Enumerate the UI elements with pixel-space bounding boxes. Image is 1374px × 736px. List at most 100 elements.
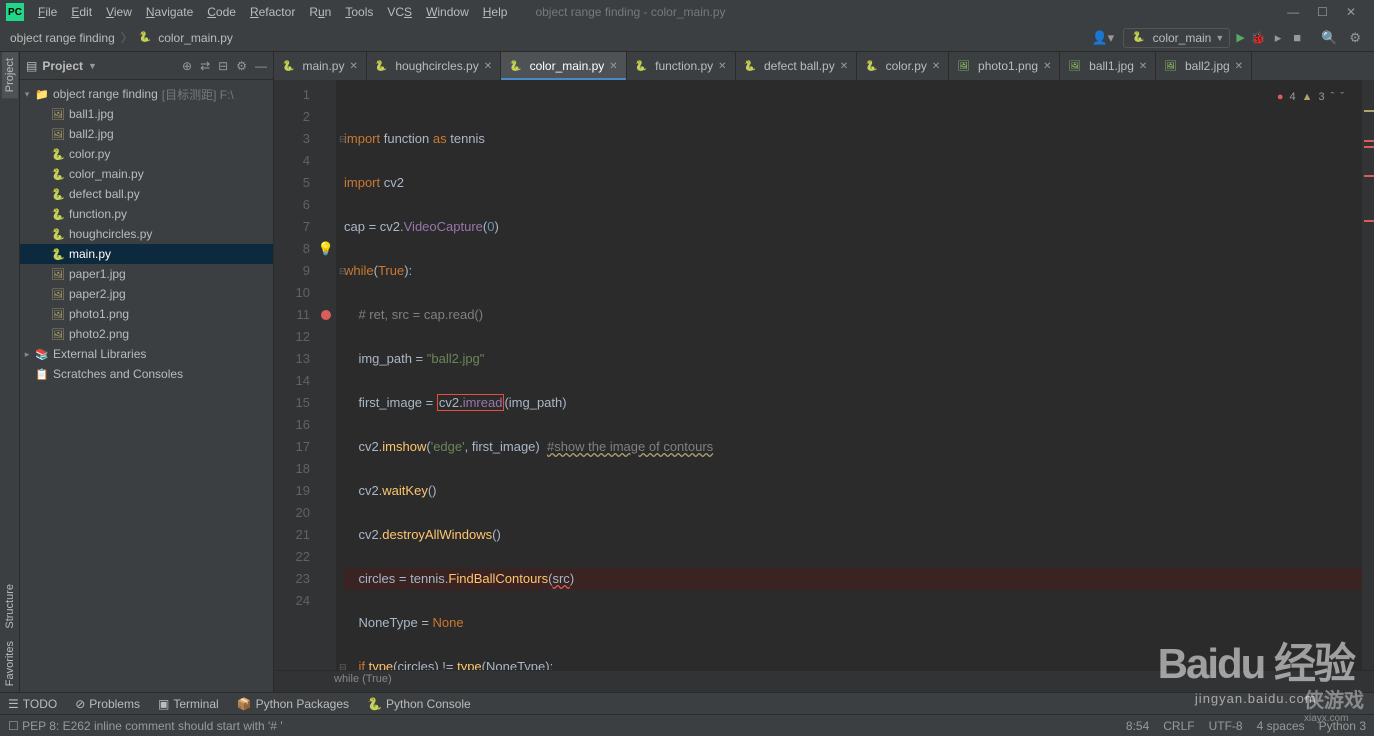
window-title: object range finding - color_main.py [535, 5, 725, 19]
menu-navigate[interactable]: Navigate [140, 3, 199, 21]
file-icon: 🐍 [50, 188, 66, 201]
breadcrumb-root[interactable]: object range finding [10, 31, 115, 45]
tree-file[interactable]: 🐍color.py [20, 144, 273, 164]
debug-button[interactable]: 🐞 [1251, 31, 1266, 45]
close-icon[interactable]: ✕ [349, 61, 357, 72]
menu-vcs[interactable]: VCS [381, 3, 418, 21]
status-indent[interactable]: 4 spaces [1257, 719, 1305, 733]
editor-breadcrumb[interactable]: while (True) [274, 670, 1374, 692]
settings-icon[interactable]: ⚙ [1346, 30, 1364, 46]
close-icon[interactable]: ✕ [1346, 5, 1356, 19]
editor-tab[interactable]: 🐍main.py✕ [274, 52, 367, 80]
python-icon: 🐍 [1132, 32, 1144, 43]
tool-todo[interactable]: ☰ TODO [8, 697, 57, 711]
project-tree[interactable]: ▾ 📁 object range finding [目标测距] F:\ 🖼bal… [20, 80, 273, 388]
gear-icon[interactable]: ⚙ [236, 59, 247, 73]
menu-run[interactable]: Run [303, 3, 337, 21]
close-icon[interactable]: ✕ [1235, 61, 1243, 72]
locate-icon[interactable]: ⊕ [182, 59, 192, 73]
tree-file[interactable]: 🖼paper2.jpg [20, 284, 273, 304]
coverage-button[interactable]: ▸ [1272, 30, 1285, 46]
tree-root[interactable]: ▾ 📁 object range finding [目标测距] F:\ [20, 84, 273, 104]
tree-file[interactable]: 🐍function.py [20, 204, 273, 224]
expand-arrow-icon[interactable]: ▸ [20, 349, 34, 360]
menu-tools[interactable]: Tools [339, 3, 379, 21]
stop-button[interactable]: ■ [1290, 30, 1304, 45]
close-icon[interactable]: ✕ [718, 61, 726, 72]
tree-file[interactable]: 🖼photo2.png [20, 324, 273, 344]
tree-file[interactable]: 🐍color_main.py [20, 164, 273, 184]
rail-structure[interactable]: Structure [2, 578, 18, 635]
close-icon[interactable]: ✕ [1043, 61, 1051, 72]
run-button[interactable]: ▶ [1236, 31, 1244, 44]
hide-icon[interactable]: — [255, 59, 267, 73]
close-icon[interactable]: ✕ [1139, 61, 1147, 72]
status-line-sep[interactable]: CRLF [1163, 719, 1194, 733]
expand-icon[interactable]: ⇄ [200, 59, 210, 73]
editor-tab[interactable]: 🐍color.py✕ [857, 52, 949, 80]
project-title[interactable]: Project [42, 59, 83, 73]
tree-file[interactable]: 🖼ball2.jpg [20, 124, 273, 144]
close-icon[interactable]: ✕ [609, 61, 617, 72]
tree-file[interactable]: 🖼photo1.png [20, 304, 273, 324]
editor-tab[interactable]: 🐍houghcircles.py✕ [367, 52, 501, 80]
add-user-icon[interactable]: 👤▾ [1088, 30, 1117, 46]
rail-favorites[interactable]: Favorites [2, 635, 18, 692]
inspections-widget[interactable]: ●4 ▲3 ˆ ˇ [1277, 86, 1344, 108]
menu-refactor[interactable]: Refactor [244, 3, 301, 21]
editor-tab[interactable]: 🐍defect ball.py✕ [736, 52, 858, 80]
breadcrumb[interactable]: object range finding 〉 🐍 color_main.py [10, 29, 233, 46]
editor-tabs: 🐍main.py✕🐍houghcircles.py✕🐍color_main.py… [274, 52, 1374, 80]
menu-edit[interactable]: Edit [65, 3, 98, 21]
collapse-icon[interactable]: ⊟ [218, 59, 228, 73]
search-icon[interactable]: 🔍 [1318, 30, 1340, 46]
intention-bulb-icon[interactable]: 💡 [318, 238, 334, 260]
menu-view[interactable]: View [100, 3, 138, 21]
chevron-down-icon[interactable]: ▼ [88, 61, 97, 71]
tree-scratches[interactable]: 📋 Scratches and Consoles [20, 364, 273, 384]
run-config-selector[interactable]: 🐍 color_main ▼ [1123, 28, 1230, 48]
tree-file[interactable]: 🖼paper1.jpg [20, 264, 273, 284]
tree-file[interactable]: 🐍houghcircles.py [20, 224, 273, 244]
editor-tab[interactable]: 🐍function.py✕ [627, 52, 736, 80]
file-icon: 🖼 [50, 108, 66, 121]
tab-label: function.py [655, 59, 713, 73]
expand-arrow-icon[interactable]: ▾ [20, 89, 34, 100]
close-icon[interactable]: ✕ [484, 61, 492, 72]
rail-project[interactable]: Project [2, 52, 18, 98]
maximize-icon[interactable]: ☐ [1317, 5, 1328, 19]
status-position[interactable]: 8:54 [1126, 719, 1149, 733]
file-icon: 🖼 [50, 268, 66, 281]
menu-code[interactable]: Code [201, 3, 242, 21]
menu-help[interactable]: Help [477, 3, 514, 21]
left-tool-rail: Project Structure Favorites [0, 52, 20, 692]
editor-tab[interactable]: 🖼ball1.jpg✕ [1060, 52, 1156, 80]
breakpoint-icon[interactable] [321, 310, 331, 320]
chevron-down-icon[interactable]: ˇ [1340, 86, 1344, 108]
tree-file[interactable]: 🖼ball1.jpg [20, 104, 273, 124]
close-icon[interactable]: ✕ [840, 61, 848, 72]
tree-file[interactable]: 🐍defect ball.py [20, 184, 273, 204]
editor-tab[interactable]: 🐍color_main.py✕ [501, 52, 627, 80]
tool-problems[interactable]: ⊘ Problems [75, 697, 140, 711]
tool-python-console[interactable]: 🐍 Python Console [367, 697, 471, 711]
gutter[interactable]: 💡 [316, 80, 336, 670]
editor-tab[interactable]: 🖼ball2.jpg✕ [1156, 52, 1252, 80]
status-interpreter[interactable]: Python 3 [1319, 719, 1366, 733]
status-encoding[interactable]: UTF-8 [1209, 719, 1243, 733]
menu-file[interactable]: File [32, 3, 63, 21]
tool-terminal[interactable]: ▣ Terminal [158, 697, 219, 711]
tree-file[interactable]: 🐍main.py [20, 244, 273, 264]
chevron-up-icon[interactable]: ˆ [1331, 86, 1335, 108]
error-stripe[interactable] [1362, 80, 1374, 670]
close-icon[interactable]: ✕ [932, 61, 940, 72]
breadcrumb-file[interactable]: color_main.py [158, 31, 233, 45]
tree-external-libraries[interactable]: ▸ 📚 External Libraries [20, 344, 273, 364]
tool-python-packages[interactable]: 📦 Python Packages [237, 697, 349, 711]
editor: 🐍main.py✕🐍houghcircles.py✕🐍color_main.py… [274, 52, 1374, 692]
menu-window[interactable]: Window [420, 3, 475, 21]
code-area[interactable]: ●4 ▲3 ˆ ˇ ⊟import function as tennis imp… [336, 80, 1362, 670]
tree-root-label: object range finding [53, 87, 158, 101]
editor-tab[interactable]: 🖼photo1.png✕ [949, 52, 1060, 80]
minimize-icon[interactable]: — [1287, 5, 1299, 19]
